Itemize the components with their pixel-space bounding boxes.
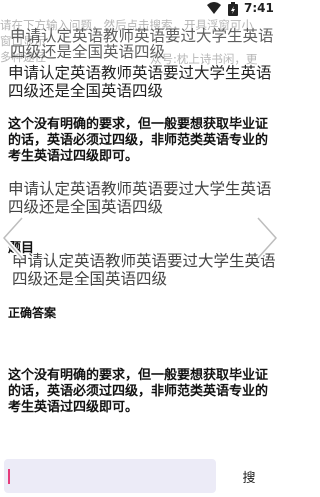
text-caret bbox=[8, 469, 10, 484]
answer-text: 这个没有明确的要求，但一般要想获取毕业证的话，英语必须过四级，非师范类英语专业的… bbox=[8, 117, 269, 164]
wifi-icon bbox=[207, 2, 221, 14]
question-repeat: 申请认定英语教师英语要过大学生英语四级还是全国英语四级 bbox=[8, 180, 272, 216]
detail-answer: 这个没有明确的要求，但一般要想获取毕业证的话，英语必须过四级，非师范类英语专业的… bbox=[8, 368, 269, 415]
search-button[interactable]: 搜 bbox=[222, 459, 276, 493]
correct-answer-label: 正确答案 bbox=[8, 306, 57, 320]
detail-question: 申请认定英语教师英语要过大学生英语四级还是全国英语四级 bbox=[12, 252, 276, 288]
chevron-right-icon[interactable] bbox=[252, 216, 280, 260]
battery-icon bbox=[228, 2, 238, 16]
search-bar: 搜 bbox=[0, 455, 281, 497]
question-title: 申请认定英语教师英语要过大学生英语四级还是全国英语四级 bbox=[8, 64, 272, 100]
chevron-left-icon[interactable] bbox=[0, 216, 28, 260]
status-bar: 7:41 bbox=[0, 0, 281, 18]
status-time: 7:41 bbox=[244, 1, 274, 15]
search-input[interactable] bbox=[4, 459, 216, 493]
